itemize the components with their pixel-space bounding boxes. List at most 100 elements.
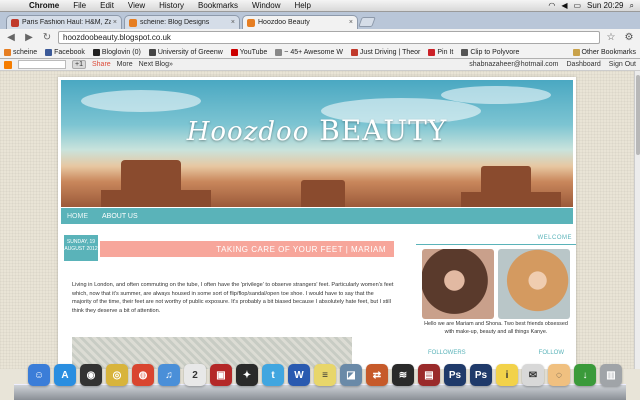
bookmark-favicon	[148, 48, 156, 56]
menu-app-name[interactable]: Chrome	[22, 1, 66, 10]
wifi-icon[interactable]: ◠	[548, 1, 555, 10]
menu-view[interactable]: View	[121, 1, 152, 10]
new-tab-button[interactable]	[358, 17, 376, 27]
dock-calendar-icon[interactable]: 2	[184, 364, 206, 386]
post-body: Living in London, and often commuting on…	[72, 282, 394, 314]
tab-favicon	[247, 18, 255, 27]
menu-bookmarks[interactable]: Bookmarks	[191, 1, 245, 10]
bookmark-item[interactable]: Clip to Polyvore	[461, 48, 519, 56]
next-blog-link[interactable]: Next Blog»	[139, 61, 173, 68]
user-email: shabnazaheer@hotmail.com	[469, 61, 559, 68]
bookmark-label: YouTube	[239, 48, 268, 56]
dock-spotify-icon[interactable]: ≋	[392, 364, 414, 386]
author-photos	[416, 249, 576, 321]
author-photo-mariam	[422, 249, 494, 319]
battery-icon[interactable]: ▭	[573, 1, 581, 10]
bookmark-item[interactable]: scheine	[4, 48, 38, 56]
post-date-badge: SUNDAY, 19 AUGUST 2012	[64, 235, 98, 261]
tab-favicon	[129, 18, 137, 27]
bookmark-item[interactable]: Bloglovin (0)	[92, 48, 141, 56]
spotlight-icon[interactable]: ⌕	[630, 1, 634, 11]
dock-itunes-icon[interactable]: ♫	[158, 364, 180, 386]
dock-app-store-icon[interactable]: A	[54, 364, 76, 386]
bookmark-label: scheine	[13, 48, 38, 56]
bookmark-favicon	[230, 48, 238, 56]
dock-photoshop-2-icon[interactable]: Ps	[470, 364, 492, 386]
post-date-month: AUGUST 2012	[64, 246, 98, 252]
dock-photo-booth-icon[interactable]: ▣	[210, 364, 232, 386]
tab-item[interactable]: scheine: Blog Designs ×	[124, 15, 240, 29]
dock-photoshop-icon[interactable]: Ps	[444, 364, 466, 386]
dock-downloads-icon[interactable]: ↓	[574, 364, 596, 386]
dock-word-icon[interactable]: W	[288, 364, 310, 386]
bookmark-label: Pin It	[437, 48, 454, 56]
blog-header[interactable]: Hoozdoo BEAUTY	[61, 80, 573, 207]
post-title[interactable]: TAKING CARE OF YOUR FEET | MARIAM	[100, 241, 394, 257]
dock-cake-icon[interactable]: ◌	[548, 364, 570, 386]
tab-title: Hoozdoo Beauty	[258, 19, 310, 26]
dock-finder-icon[interactable]: ☺	[28, 364, 50, 386]
bookmark-item[interactable]: YouTube	[230, 48, 268, 56]
blog-title: Hoozdoo BEAUTY	[61, 114, 573, 147]
dock-idea-icon[interactable]: i	[496, 364, 518, 386]
blogger-icon[interactable]	[4, 60, 12, 69]
dock-transmit-icon[interactable]: ⇄	[366, 364, 388, 386]
wrench-icon[interactable]: ⚙	[622, 31, 636, 45]
tab-title: scheine: Blog Designs	[140, 19, 210, 26]
dock-tweetdeck-icon[interactable]: ✦	[236, 364, 258, 386]
menu-help[interactable]: Help	[287, 1, 317, 10]
close-icon[interactable]: ×	[349, 19, 353, 26]
dock-notes-icon[interactable]: ◎	[106, 364, 128, 386]
blog-search-input[interactable]	[18, 60, 66, 69]
gplus-button[interactable]: +1	[72, 60, 86, 69]
blog-title-caps: BEAUTY	[319, 114, 448, 147]
more-button[interactable]: More	[117, 61, 133, 68]
bookmark-label: University of Greenw	[157, 48, 223, 56]
reload-icon[interactable]: ↻	[40, 31, 54, 45]
volume-icon[interactable]: ◀	[561, 1, 567, 10]
dock-stickies-icon[interactable]: ≡	[314, 364, 336, 386]
back-icon[interactable]: ◀	[4, 31, 18, 45]
follow-heading: FOLLOW	[538, 350, 564, 356]
other-bookmarks[interactable]: Other Bookmarks	[572, 48, 636, 56]
dock-preview-icon[interactable]: ◪	[340, 364, 362, 386]
dock-mail-icon[interactable]: ✉	[522, 364, 544, 386]
nav-about-us[interactable]: ABOUT US	[102, 213, 138, 220]
share-button[interactable]: Share	[92, 61, 111, 68]
scrollbar-thumb[interactable]	[636, 75, 640, 155]
dock-dashboard-icon[interactable]: ◉	[80, 364, 102, 386]
tab-title: Paris Fashion Haul: H&M, Za	[22, 19, 111, 26]
bookmark-item[interactable]: Facebook	[45, 48, 85, 56]
dock-archive-icon[interactable]: ▤	[418, 364, 440, 386]
nav-home[interactable]: HOME	[67, 213, 88, 220]
close-icon[interactable]: ×	[231, 19, 235, 26]
dock-trash-icon[interactable]: ▥	[600, 364, 622, 386]
page-scrollbar[interactable]	[634, 71, 640, 369]
tab-item-active[interactable]: Hoozdoo Beauty ×	[242, 15, 358, 29]
menu-edit[interactable]: Edit	[93, 1, 121, 10]
dock-twitter-icon[interactable]: t	[262, 364, 284, 386]
menu-window[interactable]: Window	[245, 1, 287, 10]
author-photo-shona	[498, 249, 570, 319]
welcome-text: Hello we are Mariam and Shona. Two best …	[424, 321, 568, 335]
bookmark-item[interactable]: ~ 45+ Awesome W	[275, 48, 343, 56]
close-icon[interactable]: ×	[113, 19, 117, 26]
sign-out-link[interactable]: Sign Out	[609, 61, 636, 68]
address-bar[interactable]: hoozdoobeauty.blogspot.co.uk	[58, 31, 600, 44]
bookmark-favicon	[350, 48, 358, 56]
mesa-shape	[101, 190, 211, 207]
menu-history[interactable]: History	[152, 1, 191, 10]
blogger-navbar: +1 Share More Next Blog» shabnazaheer@ho…	[0, 59, 640, 71]
bookmark-item[interactable]: Pin It	[428, 48, 454, 56]
dashboard-link[interactable]: Dashboard	[567, 61, 601, 68]
bookmark-item[interactable]: Just Driving | Theor	[350, 48, 420, 56]
forward-icon[interactable]: ▶	[22, 31, 36, 45]
bookmark-item[interactable]: University of Greenw	[148, 48, 223, 56]
tab-item[interactable]: Paris Fashion Haul: H&M, Za ×	[6, 15, 122, 29]
address-bar-url: hoozdoobeauty.blogspot.co.uk	[63, 33, 171, 42]
dock-chrome-icon[interactable]: ◍	[132, 364, 154, 386]
blog-container: Hoozdoo BEAUTY HOME ABOUT US SUNDAY, 19 …	[58, 77, 576, 369]
menu-file[interactable]: File	[66, 1, 93, 10]
bookmark-star-icon[interactable]: ☆	[604, 31, 618, 45]
menu-clock[interactable]: Sun 20:29	[587, 1, 623, 10]
